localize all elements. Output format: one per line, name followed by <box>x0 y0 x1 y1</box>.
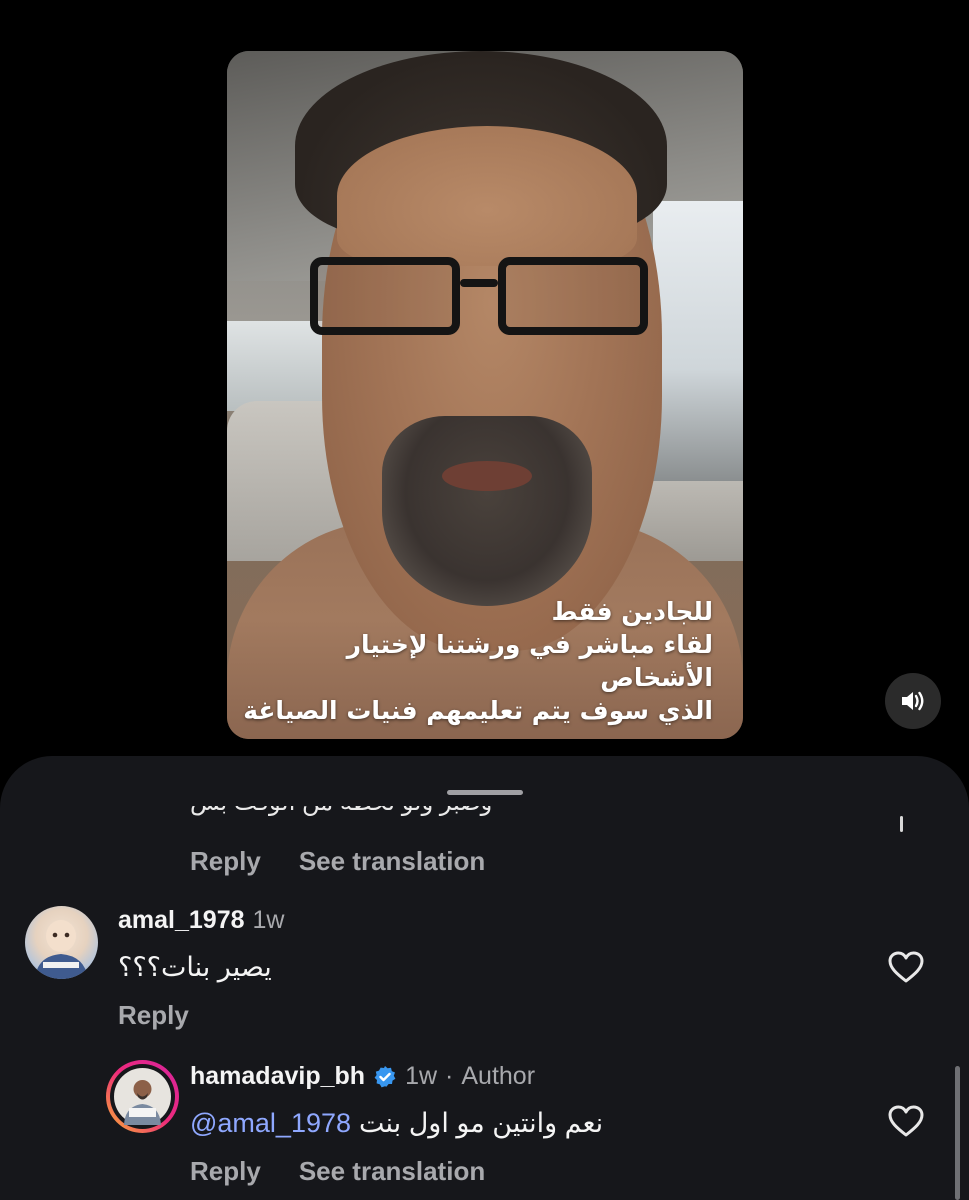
comment-time: 1w <box>252 906 285 934</box>
caption-line-2: لقاء مباشر في ورشتنا لإختيار الأشخاص <box>346 630 713 692</box>
comment-actions: Reply See translation <box>190 846 485 877</box>
author-label: Author <box>461 1062 536 1090</box>
see-translation-button[interactable]: See translation <box>299 846 485 877</box>
caption-line-1: للجادين فقط <box>551 597 713 626</box>
comment-time: 1w <box>405 1062 438 1090</box>
truncated-comment-span: وصبر ولو لحظة من الوقت بس <box>190 806 610 817</box>
glasses-lens-left <box>310 257 460 335</box>
meta-separator: · <box>445 1062 454 1090</box>
comment-header: hamadavip_bh 1w · Author <box>190 1062 535 1091</box>
reply-button[interactable]: Reply <box>190 1156 261 1187</box>
truncated-comment-text: وصبر ولو لحظة من الوقت بس <box>190 806 610 832</box>
heart-icon[interactable] <box>887 1104 925 1138</box>
speaker-icon <box>902 691 924 711</box>
scrollbar[interactable] <box>955 1066 960 1200</box>
comment-header: amal_1978 1w <box>118 906 284 935</box>
comment-text-row: @amal_1978 نعم وانتين مو اول بنت <box>190 1108 603 1139</box>
sheet-drag-handle[interactable] <box>447 790 523 795</box>
comment-actions: Reply <box>118 1000 189 1031</box>
comments-sheet[interactable]: وصبر ولو لحظة من الوقت بس Reply See tran… <box>0 756 969 1200</box>
see-translation-button[interactable]: See translation <box>299 1156 485 1187</box>
heart-icon[interactable] <box>887 950 925 984</box>
heart-icon-partial <box>900 816 903 832</box>
mention-link[interactable]: @amal_1978 <box>190 1108 351 1139</box>
car-window <box>653 201 743 481</box>
caption-line-3: الذي سوف يتم تعليمهم فنيات الصياغة <box>243 696 713 725</box>
reply-button[interactable]: Reply <box>190 846 261 877</box>
comment-username[interactable]: amal_1978 <box>118 906 245 935</box>
person-beard <box>382 416 592 606</box>
video-caption: للجادين فقط لقاء مباشر في ورشتنا لإختيار… <box>227 595 713 727</box>
like-icon-partial[interactable] <box>898 816 906 832</box>
person-forehead <box>337 126 637 266</box>
avatar-image <box>114 1068 171 1125</box>
glasses-bridge <box>460 279 498 287</box>
reply-button[interactable]: Reply <box>118 1000 189 1031</box>
comment-actions: Reply See translation <box>190 1156 485 1187</box>
comment-text: يصير بنات؟؟؟ <box>118 952 272 982</box>
glasses-lens-right <box>498 257 648 335</box>
sound-toggle-button[interactable] <box>885 673 941 729</box>
comment-text: نعم وانتين مو اول بنت <box>359 1108 604 1138</box>
verified-badge-icon <box>374 1065 396 1087</box>
comment-username[interactable]: hamadavip_bh <box>190 1062 365 1091</box>
avatar-image <box>35 920 88 979</box>
story-avatar[interactable] <box>106 1060 179 1133</box>
person-mouth <box>442 461 532 491</box>
glasses <box>310 257 655 337</box>
video-player[interactable]: للجادين فقط لقاء مباشر في ورشتنا لإختيار… <box>227 51 743 739</box>
avatar[interactable] <box>25 906 98 979</box>
